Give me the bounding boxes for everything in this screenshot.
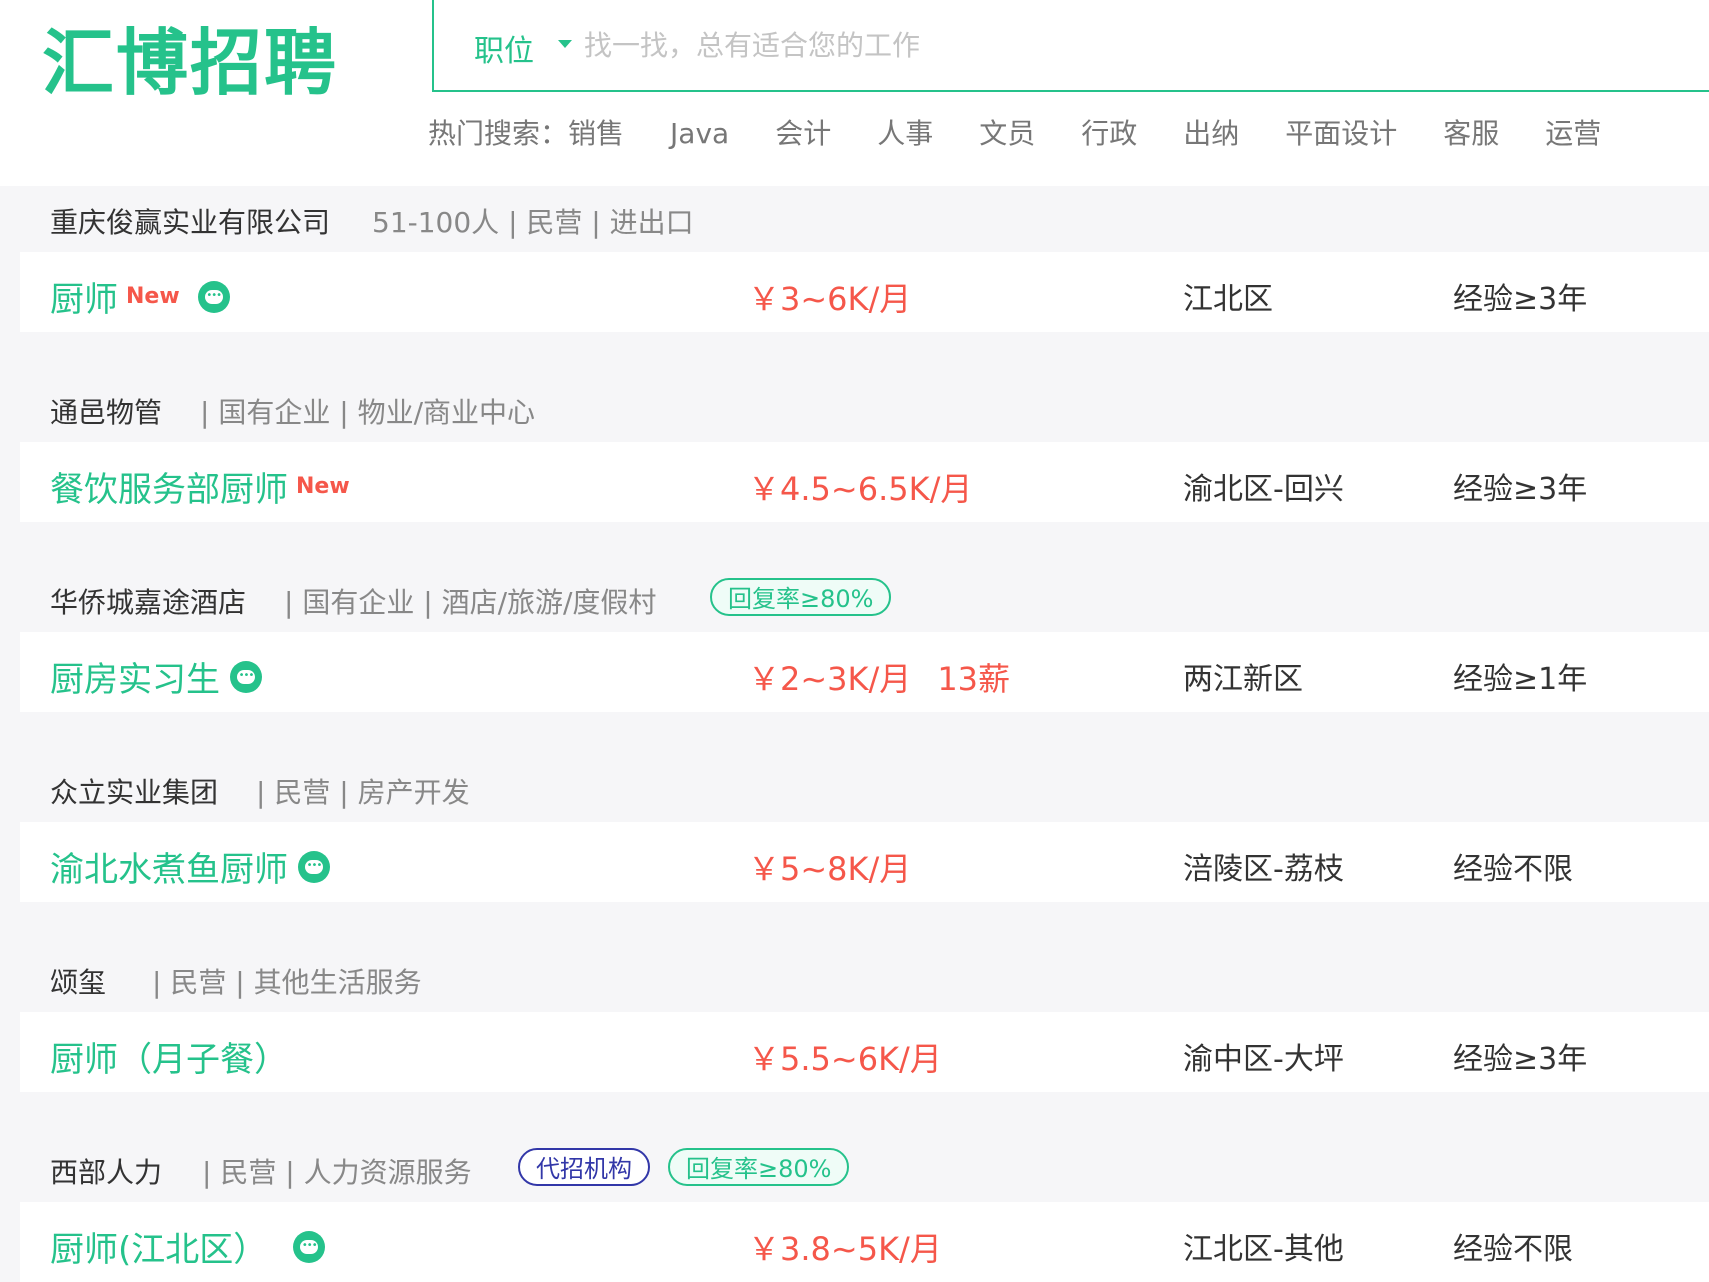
experience: 经验不限 <box>1453 852 1573 887</box>
salary-range: ￥3.8~5K/月 <box>748 1230 942 1268</box>
reply-rate-badge: 回复率≥80% <box>710 578 892 616</box>
hot-search-label: 热门搜索： <box>428 117 569 150</box>
experience: 经验≥1年 <box>1453 662 1588 697</box>
company-name[interactable]: 西部人力 <box>50 1151 162 1191</box>
company-row: 西部人力 | 民营 | 人力资源服务 代招机构 回复率≥80% <box>20 1136 1709 1202</box>
hot-search-link[interactable]: 客服 <box>1443 112 1499 152</box>
company-meta: | 民营 | 其他生活服务 <box>152 966 422 999</box>
location: 江北区 <box>1183 282 1273 317</box>
chat-icon[interactable] <box>230 660 262 693</box>
salary-range: ￥4.5~6.5K/月 <box>748 470 973 508</box>
salary-range: ￥5~8K/月 <box>748 850 912 888</box>
job-card: 颂玺 | 民营 | 其他生活服务 厨师（月子餐） ￥5.5~6K/月 渝中区-大… <box>20 946 1709 1092</box>
chat-icon[interactable] <box>298 850 330 883</box>
search-input[interactable] <box>582 22 1486 68</box>
new-badge: New <box>126 284 180 309</box>
job-title[interactable]: 渝北水煮鱼厨师 <box>50 842 288 891</box>
job-title[interactable]: 餐饮服务部厨师 <box>50 462 288 511</box>
company-meta: | 国有企业 | 物业/商业中心 <box>200 396 536 429</box>
job-title[interactable]: 厨房实习生 <box>50 652 220 701</box>
job-title[interactable]: 厨师 <box>50 272 118 321</box>
hot-search-link[interactable]: 运营 <box>1545 112 1601 152</box>
job-title-link[interactable]: 厨师 New <box>50 272 230 321</box>
job-row[interactable]: 渝北水煮鱼厨师 ￥5~8K/月 涪陵区-荔枝 经验不限 <box>20 822 1709 902</box>
company-name[interactable]: 通邑物管 <box>50 391 162 431</box>
job-title-link[interactable]: 餐饮服务部厨师 New <box>50 462 350 511</box>
chat-icon[interactable] <box>197 280 230 313</box>
experience: 经验≥3年 <box>1453 472 1588 507</box>
company-meta: 51-100人 | 民营 | 进出口 <box>372 206 694 239</box>
new-badge: New <box>296 474 350 499</box>
company-name[interactable]: 华侨城嘉途酒店 <box>50 581 246 621</box>
company-name[interactable]: 颂玺 <box>50 961 106 1001</box>
job-row[interactable]: 厨师(江北区） ￥3.8~5K/月 江北区-其他 经验不限 <box>20 1202 1709 1282</box>
experience: 经验≥3年 <box>1453 1042 1588 1077</box>
salary: ￥3.8~5K/月 <box>748 1224 942 1270</box>
location: 渝中区-大坪 <box>1183 1042 1344 1077</box>
salary-range: ￥5.5~6K/月 <box>748 1040 942 1078</box>
search-type-dropdown[interactable]: 职位 <box>474 26 534 70</box>
company-row: 重庆俊赢实业有限公司 51-100人 | 民营 | 进出口 <box>20 186 1709 252</box>
hot-search-link[interactable]: 会计 <box>775 112 831 152</box>
company-name[interactable]: 众立实业集团 <box>50 771 218 811</box>
salary: ￥5.5~6K/月 <box>748 1034 942 1080</box>
salary: ￥3~6K/月 <box>748 274 911 320</box>
job-card: 重庆俊赢实业有限公司 51-100人 | 民营 | 进出口 厨师 New ￥3~… <box>20 186 1709 332</box>
hot-search-link[interactable]: 销售 <box>568 112 624 152</box>
reply-rate-badge: 回复率≥80% <box>668 1148 850 1186</box>
company-meta: | 民营 | 人力资源服务 <box>202 1156 472 1189</box>
agency-badge: 代招机构 <box>518 1148 650 1186</box>
location: 涪陵区-荔枝 <box>1183 852 1344 887</box>
job-title-link[interactable]: 厨师(江北区） <box>50 1222 326 1271</box>
company-row: 通邑物管 | 国有企业 | 物业/商业中心 <box>20 376 1709 442</box>
job-title[interactable]: 厨师（月子餐） <box>50 1032 288 1081</box>
salary: ￥2~3K/月 13薪 <box>748 654 1010 700</box>
chat-icon[interactable] <box>293 1230 326 1263</box>
search-bar: 职位 <box>432 0 1709 92</box>
hot-search-link[interactable]: Java <box>670 117 729 150</box>
location: 江北区-其他 <box>1183 1232 1344 1267</box>
hot-search-link[interactable]: 平面设计 <box>1285 112 1397 152</box>
job-row[interactable]: 厨房实习生 ￥2~3K/月 13薪 两江新区 经验≥1年 <box>20 632 1709 712</box>
company-name[interactable]: 重庆俊赢实业有限公司 <box>50 201 330 241</box>
job-row[interactable]: 厨师 New ￥3~6K/月 江北区 经验≥3年 <box>20 252 1709 332</box>
company-row: 华侨城嘉途酒店 | 国有企业 | 酒店/旅游/度假村 回复率≥80% <box>20 566 1709 632</box>
salary: ￥4.5~6.5K/月 <box>748 464 972 510</box>
job-row[interactable]: 餐饮服务部厨师 New ￥4.5~6.5K/月 渝北区-回兴 经验≥3年 <box>20 442 1709 522</box>
salary-bonus: 13薪 <box>937 660 1011 698</box>
hot-search-link[interactable]: 出纳 <box>1183 112 1239 152</box>
hot-search-link[interactable]: 行政 <box>1081 112 1137 152</box>
job-row[interactable]: 厨师（月子餐） ￥5.5~6K/月 渝中区-大坪 经验≥3年 <box>20 1012 1709 1092</box>
job-card: 华侨城嘉途酒店 | 国有企业 | 酒店/旅游/度假村 回复率≥80% 厨房实习生… <box>20 566 1709 712</box>
caret-down-icon[interactable] <box>558 40 572 48</box>
job-title-link[interactable]: 渝北水煮鱼厨师 <box>50 842 330 891</box>
hot-search-link[interactable]: 文员 <box>979 112 1035 152</box>
experience: 经验不限 <box>1453 1232 1573 1267</box>
salary: ￥5~8K/月 <box>748 844 911 890</box>
job-card: 众立实业集团 | 民营 | 房产开发 渝北水煮鱼厨师 ￥5~8K/月 涪陵区-荔… <box>20 756 1709 902</box>
job-title-link[interactable]: 厨师（月子餐） <box>50 1032 288 1081</box>
job-card: 通邑物管 | 国有企业 | 物业/商业中心 餐饮服务部厨师 New ￥4.5~6… <box>20 376 1709 522</box>
job-title[interactable]: 厨师(江北区） <box>50 1222 267 1271</box>
company-meta: | 国有企业 | 酒店/旅游/度假村 <box>284 586 657 619</box>
hot-search-row: 热门搜索：销售 Java 会计 人事 文员 行政 出纳 平面设计 客服 运营 <box>428 112 1647 156</box>
hot-search-link[interactable]: 人事 <box>877 112 933 152</box>
company-meta: | 民营 | 房产开发 <box>256 776 470 809</box>
job-card: 西部人力 | 民营 | 人力资源服务 代招机构 回复率≥80% 厨师(江北区） … <box>20 1136 1709 1282</box>
location: 渝北区-回兴 <box>1183 472 1344 507</box>
company-row: 颂玺 | 民营 | 其他生活服务 <box>20 946 1709 1012</box>
site-header: 汇博招聘 职位 热门搜索：销售 Java 会计 人事 文员 行政 出纳 平面设计 客服 运营 <box>0 0 1709 186</box>
site-logo[interactable]: 汇博招聘 <box>42 18 338 108</box>
salary-range: ￥3~6K/月 <box>748 280 912 318</box>
salary-range: ￥2~3K/月 <box>748 660 912 698</box>
job-title-link[interactable]: 厨房实习生 <box>50 652 262 701</box>
experience: 经验≥3年 <box>1453 282 1588 317</box>
location: 两江新区 <box>1183 662 1303 697</box>
company-row: 众立实业集团 | 民营 | 房产开发 <box>20 756 1709 822</box>
